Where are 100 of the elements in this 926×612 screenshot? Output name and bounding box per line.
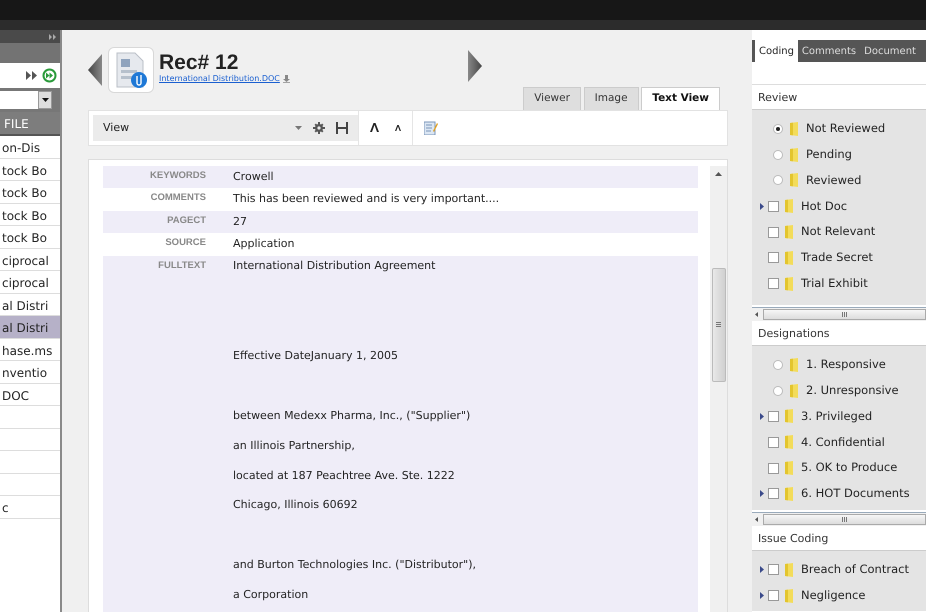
checkbox[interactable] bbox=[768, 410, 779, 422]
folder-icon bbox=[785, 435, 793, 450]
document-row[interactable]: tock Bo bbox=[0, 181, 60, 204]
code-label[interactable]: Reviewed bbox=[806, 172, 862, 190]
radio-button[interactable] bbox=[773, 124, 783, 134]
document-row[interactable]: ciprocal bbox=[0, 248, 60, 271]
field-label: KEYWORDS bbox=[149, 168, 207, 183]
folder-icon bbox=[785, 486, 793, 501]
folder-icon bbox=[790, 384, 798, 398]
fast-forward-icon[interactable] bbox=[26, 71, 37, 80]
record-title: Rec# 12 bbox=[159, 52, 240, 72]
increase-font-icon[interactable] bbox=[370, 123, 378, 132]
checkbox[interactable] bbox=[768, 436, 779, 448]
field-label: SOURCE bbox=[164, 236, 207, 250]
collapse-icon[interactable] bbox=[49, 34, 58, 40]
document-row[interactable]: nventio bbox=[0, 361, 60, 384]
vertical-scrollbar[interactable] bbox=[710, 166, 727, 612]
document-row[interactable]: al Distri bbox=[0, 316, 60, 338]
code-label[interactable]: Hot Doc bbox=[801, 198, 848, 215]
code-label[interactable]: 4. Confidential bbox=[801, 434, 885, 451]
checkbox[interactable] bbox=[768, 564, 779, 576]
folder-icon bbox=[790, 358, 798, 372]
view-tab[interactable]: Viewer bbox=[523, 87, 581, 110]
settings-icon[interactable] bbox=[312, 122, 324, 134]
save-icon[interactable] bbox=[336, 122, 348, 134]
code-label[interactable]: Breach of Contract bbox=[801, 561, 909, 579]
previous-arrow-icon[interactable] bbox=[88, 54, 102, 86]
column-header[interactable]: FILE bbox=[0, 112, 60, 136]
code-label[interactable]: 3. Privileged bbox=[801, 408, 872, 426]
document-text-line: and Burton Technologies Inc. ("Distributor"), bbox=[232, 558, 476, 572]
radio-button[interactable] bbox=[773, 150, 783, 160]
expand-arrow-icon[interactable] bbox=[760, 202, 764, 210]
scroll-up-icon[interactable] bbox=[715, 172, 722, 176]
radio-button[interactable] bbox=[773, 386, 783, 396]
radio-button[interactable] bbox=[773, 360, 783, 370]
horizontal-scrollbar[interactable] bbox=[752, 512, 926, 526]
document-row[interactable]: tock Bo bbox=[0, 158, 60, 181]
scroll-left-icon[interactable] bbox=[755, 517, 758, 522]
checkbox[interactable] bbox=[768, 200, 779, 212]
caret-icon[interactable] bbox=[294, 126, 302, 130]
document-row[interactable]: on-Dis bbox=[0, 136, 60, 158]
play-circle-icon[interactable] bbox=[42, 68, 58, 83]
folder-icon bbox=[790, 173, 798, 188]
folder-icon bbox=[785, 409, 793, 424]
decrease-font-icon[interactable] bbox=[395, 124, 401, 131]
field-label: PAGECT bbox=[166, 214, 207, 228]
next-arrow-icon[interactable] bbox=[468, 50, 482, 82]
checkbox[interactable] bbox=[768, 488, 779, 500]
document-text-line: an Illinois Partnership, bbox=[232, 438, 356, 453]
code-label[interactable]: Trial Exhibit bbox=[801, 275, 868, 292]
expand-arrow-icon[interactable] bbox=[760, 412, 764, 420]
code-label[interactable]: Negligence bbox=[801, 587, 866, 604]
code-label[interactable]: Trade Secret bbox=[801, 249, 873, 266]
radio-button[interactable] bbox=[773, 175, 783, 186]
code-label[interactable]: 1. Responsive bbox=[806, 356, 886, 374]
code-label[interactable]: 2. Unresponsive bbox=[806, 382, 899, 400]
code-label[interactable]: 5. OK to Produce bbox=[801, 459, 898, 477]
field-label: FULLTEXT bbox=[157, 258, 207, 273]
download-icon[interactable] bbox=[282, 74, 290, 82]
view-select[interactable]: View bbox=[93, 114, 289, 141]
document-row[interactable]: hase.ms bbox=[0, 338, 60, 361]
dropdown-button[interactable] bbox=[38, 91, 52, 109]
file-link[interactable]: International Distribution.DOC bbox=[159, 72, 280, 84]
expand-arrow-icon[interactable] bbox=[760, 566, 764, 574]
grip-icon bbox=[842, 517, 847, 522]
checkbox[interactable] bbox=[768, 278, 779, 290]
document-text-line: Effective DateJanuary 1, 2005 bbox=[232, 348, 399, 363]
view-tab[interactable]: Image bbox=[584, 87, 639, 110]
view-tab[interactable]: Text View bbox=[641, 87, 720, 110]
document-row[interactable]: c bbox=[0, 496, 60, 518]
grip-icon bbox=[716, 322, 721, 328]
folder-icon bbox=[785, 250, 793, 265]
code-label[interactable]: Pending bbox=[806, 146, 852, 164]
panel-tab[interactable]: Comments bbox=[798, 40, 860, 62]
grip-icon bbox=[842, 312, 847, 317]
document-text-line: located at 187 Peachtree Ave. Ste. 1222 bbox=[232, 468, 456, 483]
expand-arrow-icon[interactable] bbox=[760, 592, 764, 600]
expand-arrow-icon[interactable] bbox=[760, 490, 764, 498]
scroll-left-icon[interactable] bbox=[755, 312, 758, 317]
checkbox[interactable] bbox=[768, 462, 779, 474]
document-text-line: between Medexx Pharma, Inc., ("Supplier") bbox=[232, 408, 472, 423]
checkbox[interactable] bbox=[768, 226, 779, 238]
document-text-line: International Distribution Agreement bbox=[232, 258, 436, 273]
horizontal-scrollbar[interactable] bbox=[752, 307, 926, 321]
document-row[interactable]: tock Bo bbox=[0, 204, 60, 226]
panel-tab[interactable]: Coding bbox=[755, 40, 798, 62]
document-attachment-icon bbox=[108, 47, 154, 93]
code-label[interactable]: 6. HOT Documents bbox=[801, 485, 910, 502]
document-row[interactable]: DOC bbox=[0, 384, 60, 406]
checkbox[interactable] bbox=[768, 252, 779, 264]
folder-icon bbox=[785, 276, 793, 291]
field-value: 27 bbox=[232, 214, 247, 230]
folder-icon bbox=[790, 148, 798, 162]
code-label[interactable]: Not Relevant bbox=[801, 223, 876, 241]
code-label[interactable]: Not Reviewed bbox=[806, 120, 886, 138]
note-edit-icon[interactable] bbox=[424, 120, 438, 135]
document-row[interactable]: ciprocal bbox=[0, 271, 60, 294]
panel-tab[interactable]: Document bbox=[860, 40, 920, 62]
checkbox[interactable] bbox=[768, 590, 779, 602]
document-row[interactable]: tock Bo bbox=[0, 226, 60, 248]
